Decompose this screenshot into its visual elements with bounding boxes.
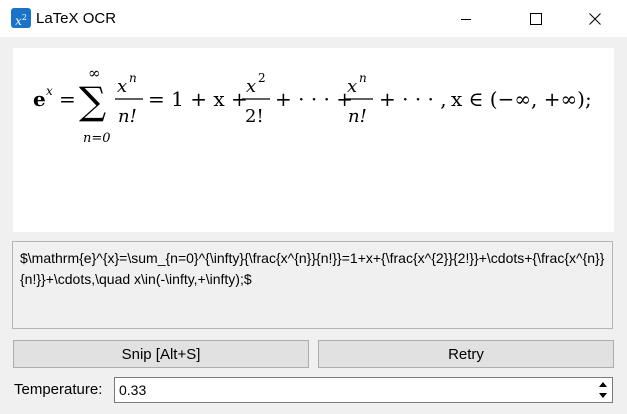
domain-clause: x ∈ (−∞, +∞); (451, 87, 592, 111)
triangle-up-icon (599, 382, 607, 387)
temperature-spinbox[interactable] (114, 377, 613, 403)
lhs-base: e (33, 87, 46, 111)
rendered-formula-panel: e x = ∞ ∑ n=0 x n n! = 1 + x + x 2 2! + … (13, 48, 614, 232)
spin-down-button[interactable] (595, 390, 611, 401)
maximize-button[interactable] (513, 0, 559, 37)
minimize-button[interactable] (443, 0, 489, 37)
sum-bottom: n=0 (83, 131, 111, 146)
latex-source-box[interactable]: $\mathrm{e}^{x}=\sum_{n=0}^{\infty}{\fra… (12, 241, 613, 329)
frac3-denominator: n! (348, 106, 367, 127)
frac3-numerator: x (347, 76, 357, 97)
frac2-denominator: 2! (245, 106, 264, 127)
window-title: LaTeX OCR (36, 10, 117, 27)
tail-terms: + · · · , (379, 87, 447, 111)
triangle-down-icon (599, 393, 607, 398)
sum-sign: ∑ (79, 79, 106, 123)
minimize-icon (461, 18, 471, 20)
frac2-numerator: x (246, 76, 256, 97)
ellipsis-terms: + · · · + (275, 87, 353, 111)
frac2-numerator-exp: 2 (258, 71, 266, 85)
middle-terms: = 1 + x + (148, 87, 248, 111)
frac1-denominator: n! (118, 106, 137, 127)
lhs-exponent: x (46, 84, 53, 98)
temperature-label: Temperature: (14, 381, 103, 398)
rendered-formula: e x = ∞ ∑ n=0 x n n! = 1 + x + x 2 2! + … (33, 64, 592, 146)
snip-button[interactable]: Snip [Alt+S] (13, 340, 309, 368)
temperature-input[interactable] (119, 381, 589, 399)
close-icon (589, 12, 601, 25)
app-icon: x2 (11, 8, 31, 28)
close-button[interactable] (572, 0, 618, 37)
equals-sign: = (59, 87, 76, 111)
spin-buttons (595, 379, 611, 401)
maximize-icon (530, 12, 542, 25)
spin-up-button[interactable] (595, 379, 611, 390)
frac3-numerator-exp: n (359, 71, 367, 85)
frac1-numerator: x (117, 76, 127, 97)
title-bar: x2 LaTeX OCR (0, 0, 627, 37)
frac1-numerator-exp: n (129, 71, 137, 85)
retry-button[interactable]: Retry (318, 340, 614, 368)
